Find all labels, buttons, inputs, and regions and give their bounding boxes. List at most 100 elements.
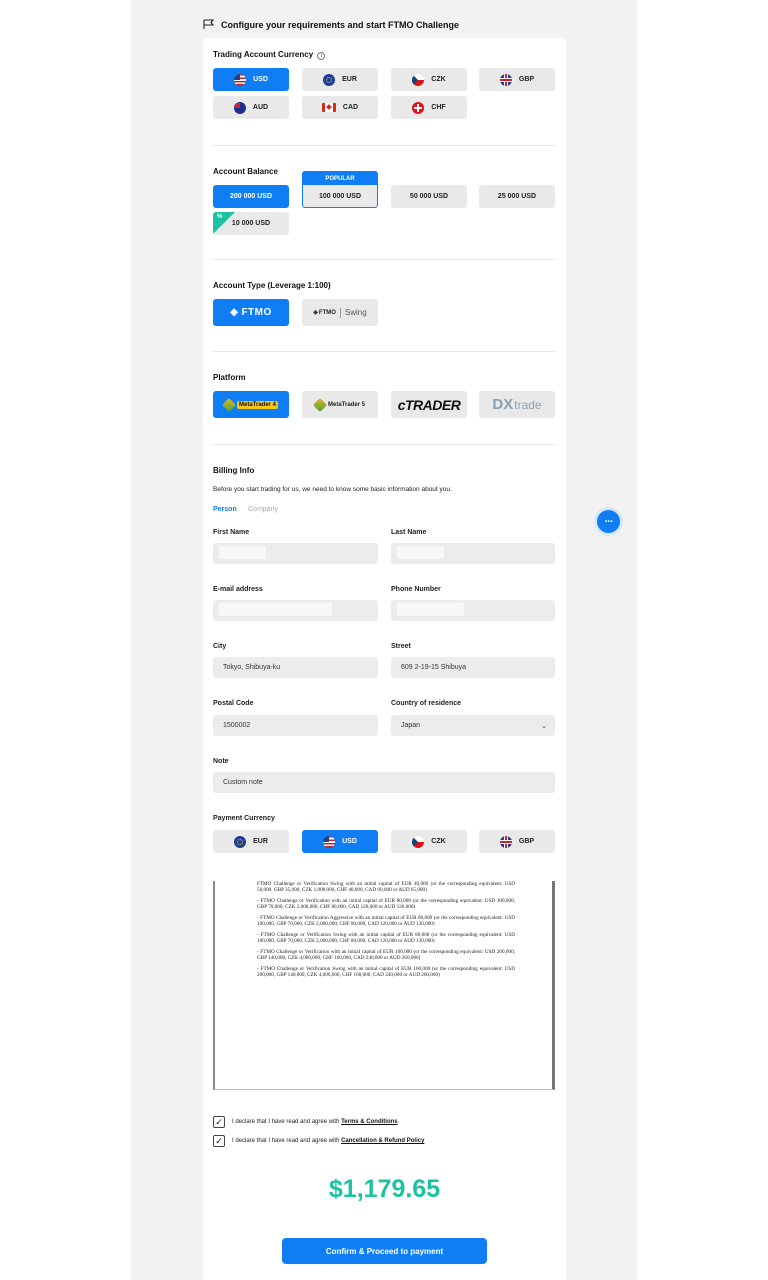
refund-policy-link[interactable]: Cancellation & Refund Policy — [341, 1138, 424, 1144]
dx-label: DX — [492, 396, 514, 413]
currency-czk-button[interactable]: CZK — [391, 68, 467, 91]
currency-label: EUR — [253, 838, 268, 845]
eu-flag-icon — [234, 835, 247, 848]
payment-usd-button[interactable]: USD — [302, 830, 378, 853]
discount-badge-symbol: % — [217, 214, 223, 220]
country-select[interactable]: Japan ⌄ — [391, 715, 555, 736]
type-swing-button[interactable]: ◈ FTMO Swing — [302, 299, 378, 326]
terms-agreement-text: I declare that I have read and agree wit… — [232, 1119, 398, 1125]
platform-dxtrade-button[interactable]: DX trade — [479, 391, 555, 418]
balance-200k-button[interactable]: 200 000 USD — [213, 185, 289, 208]
payment-currency-label: Payment Currency — [213, 815, 275, 822]
currency-eur-button[interactable]: EUR — [302, 68, 378, 91]
terms-paragraph: - FTMO Challenge or Verification Swing w… — [257, 932, 515, 944]
currency-label: GBP — [518, 76, 535, 83]
balance-50k-button[interactable]: 50 000 USD — [391, 185, 467, 208]
balance-25k-button[interactable]: 25 000 USD — [479, 185, 555, 208]
balance-10k-button[interactable]: % 10 000 USD — [213, 212, 289, 235]
city-field[interactable]: Tokyo, Shibuya-ku — [213, 657, 378, 678]
country-label: Country of residence — [391, 700, 462, 707]
swing-label: Swing — [344, 308, 367, 317]
terms-link[interactable]: Terms & Conditions — [341, 1119, 398, 1125]
au-flag-icon — [233, 101, 246, 114]
mt4-label: MetaTrader 4 — [236, 400, 279, 409]
divider — [213, 259, 555, 260]
currency-gbp-button[interactable]: GBP — [479, 68, 555, 91]
currency-label: USD — [253, 76, 268, 83]
payment-eur-button[interactable]: EUR — [213, 830, 289, 853]
swing-ftmo-label: FTMO — [318, 309, 336, 316]
street-label: Street — [391, 643, 411, 650]
redacted-value — [397, 546, 444, 559]
payment-gbp-button[interactable]: GBP — [479, 830, 555, 853]
confirm-payment-button[interactable]: Confirm & Proceed to payment — [282, 1238, 487, 1264]
currency-chf-button[interactable]: CHF — [391, 96, 467, 119]
currency-usd-button[interactable]: USD — [213, 68, 289, 91]
currency-cad-button[interactable]: CAD — [302, 96, 378, 119]
us-flag-icon — [323, 835, 336, 848]
postal-code-label: Postal Code — [213, 700, 254, 707]
platform-mt4-button[interactable]: MetaTrader 4 — [213, 391, 289, 418]
platform-ctrader-button[interactable]: cTRADER — [391, 391, 467, 418]
redacted-value — [219, 603, 332, 616]
currency-title-text: Trading Account Currency — [213, 50, 314, 59]
balance-label: 25 000 USD — [497, 193, 537, 200]
mt5-label: MetaTrader 5 — [327, 401, 366, 408]
city-label: City — [213, 643, 227, 650]
metatrader-logo-icon — [221, 397, 237, 412]
check-icon: ✓ — [215, 1135, 223, 1146]
terms-checkbox[interactable]: ✓ — [213, 1116, 225, 1128]
refund-checkbox[interactable]: ✓ — [213, 1135, 225, 1147]
currency-label: GBP — [518, 838, 535, 845]
terms-paragraph: - FTMO Challenge or Verification Aggress… — [257, 915, 515, 927]
uk-flag-icon — [499, 835, 512, 848]
flag-icon — [203, 19, 215, 29]
platform-mt5-button[interactable]: MetaTrader 5 — [302, 391, 378, 418]
terms-paragraph: - FTMO Challenge or Verification with an… — [257, 898, 515, 910]
chevron-down-icon: ⌄ — [541, 722, 547, 730]
balance-section-title: Account Balance — [213, 167, 278, 176]
separator — [339, 307, 341, 318]
payment-czk-button[interactable]: CZK — [391, 830, 467, 853]
terms-document-viewer[interactable]: FTMO Challenge or Verification Swing wit… — [213, 881, 555, 1090]
ca-flag-icon — [321, 103, 336, 112]
ch-flag-icon — [412, 101, 425, 114]
currency-label: CZK — [431, 76, 446, 83]
page-header: Configure your requirements and start FT… — [203, 19, 459, 30]
balance-label: 50 000 USD — [409, 193, 449, 200]
balance-label: 200 000 USD — [229, 193, 273, 200]
last-name-label: Last Name — [391, 529, 427, 536]
cz-flag-icon — [412, 73, 425, 86]
popular-badge: POPULAR — [303, 172, 377, 185]
divider — [213, 444, 555, 445]
type-ftmo-button[interactable]: ◈ FTMO — [213, 299, 289, 326]
currency-label: CAD — [342, 104, 359, 111]
us-flag-icon — [234, 73, 247, 86]
phone-label: Phone Number — [391, 586, 441, 593]
terms-paragraph: - FTMO Challenge or Verification Swing w… — [257, 966, 515, 978]
street-field[interactable]: 609 2-19-15 Shibuya — [391, 657, 555, 678]
divider — [213, 145, 555, 146]
info-icon[interactable]: i — [317, 52, 326, 60]
balance-100k-button[interactable]: POPULAR 100 000 USD — [302, 171, 378, 208]
billing-title: Billing Info — [213, 466, 255, 475]
redacted-value — [397, 603, 464, 616]
postal-code-field[interactable]: 1500002 — [213, 715, 378, 736]
chat-button[interactable]: ··· — [594, 507, 623, 536]
note-field[interactable]: Custom note — [213, 772, 555, 793]
type-section-title: Account Type (Leverage 1:100) — [213, 281, 331, 290]
tab-person[interactable]: Person — [213, 506, 237, 513]
currency-aud-button[interactable]: AUD — [213, 96, 289, 119]
terms-paragraph: - FTMO Challenge or Verification with an… — [257, 949, 515, 961]
uk-flag-icon — [499, 73, 512, 86]
metatrader-logo-icon — [312, 397, 328, 412]
currency-section-title: Trading Account Currency i — [213, 50, 326, 60]
eu-flag-icon — [323, 73, 336, 86]
tab-company[interactable]: Company — [248, 506, 278, 513]
email-label: E-mail address — [213, 586, 263, 593]
currency-label: EUR — [342, 76, 357, 83]
currency-label: CHF — [431, 104, 446, 111]
billing-subtitle: Before you start trading for us, we need… — [213, 486, 452, 493]
currency-label: USD — [342, 838, 357, 845]
ftmo-label: FTMO — [241, 307, 272, 318]
